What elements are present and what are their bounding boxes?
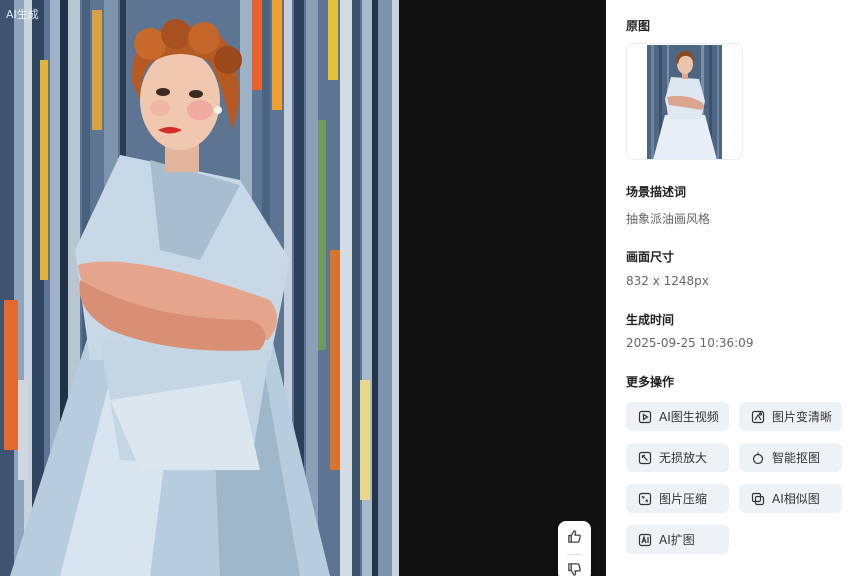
compress-icon bbox=[638, 492, 652, 506]
sharpen-icon bbox=[751, 410, 765, 424]
smart-cutout-button[interactable]: 智能抠图 bbox=[739, 443, 842, 472]
original-image-title: 原图 bbox=[626, 19, 651, 33]
generation-time-value: 2025-09-25 10:36:09 bbox=[626, 336, 754, 350]
upscale-icon bbox=[638, 451, 652, 465]
ai-generated-label: AI生成 bbox=[6, 8, 39, 21]
details-panel: 原图 场景描述词 抽象派油画风格 画面尺寸 832 x 1248px 生成时间 … bbox=[606, 0, 847, 576]
ai-similar-image-button[interactable]: AI相似图 bbox=[739, 484, 842, 513]
feedback-divider bbox=[567, 554, 582, 555]
image-size-title: 画面尺寸 bbox=[626, 250, 675, 264]
image-sharpen-button[interactable]: 图片变清晰 bbox=[739, 402, 842, 431]
painting-illustration bbox=[0, 0, 399, 576]
similar-icon bbox=[751, 492, 765, 506]
more-actions-title: 更多操作 bbox=[626, 375, 675, 389]
app-root: AI生成 原图 场景描述词 抽象派油画风格 画面尺寸 832 x 1248px … bbox=[0, 0, 847, 576]
thumbnail-photo bbox=[647, 45, 722, 159]
image-size-value: 832 x 1248px bbox=[626, 274, 709, 288]
lossless-upscale-button[interactable]: 无损放大 bbox=[626, 443, 729, 472]
image-compress-button[interactable]: 图片压缩 bbox=[626, 484, 729, 513]
scene-description-value: 抽象派油画风格 bbox=[626, 212, 711, 226]
scene-description-title: 场景描述词 bbox=[626, 185, 687, 199]
generated-image[interactable] bbox=[0, 0, 399, 576]
generation-time-title: 生成时间 bbox=[626, 313, 675, 327]
like-button[interactable] bbox=[558, 524, 591, 552]
cutout-icon bbox=[751, 451, 765, 465]
ai-expand-image-button[interactable]: AI扩图 bbox=[626, 525, 729, 554]
ai-image-to-video-button[interactable]: AI图生视频 bbox=[626, 402, 729, 431]
video-icon bbox=[638, 410, 652, 424]
thumbs-up-icon bbox=[567, 529, 582, 548]
original-image-thumbnail[interactable] bbox=[626, 43, 743, 160]
image-viewer: AI生成 bbox=[0, 0, 606, 576]
expand-icon bbox=[638, 533, 652, 547]
feedback-bar bbox=[558, 521, 591, 576]
thumbs-down-icon bbox=[567, 562, 582, 576]
dislike-button[interactable] bbox=[558, 557, 591, 576]
